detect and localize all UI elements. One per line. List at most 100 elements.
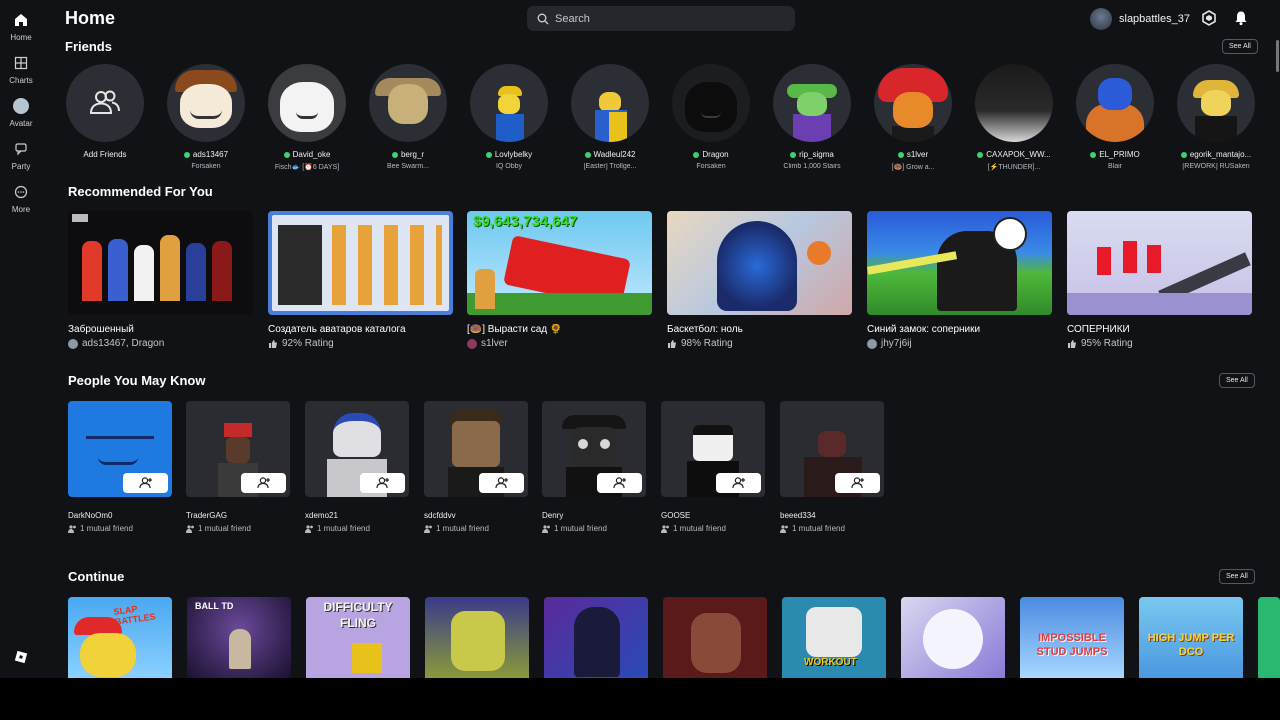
game-card[interactable]: $9,643,734,647 [🍩] Вырасти сад 🌻 s1lver xyxy=(467,211,652,349)
sidebar-item-charts[interactable]: Charts xyxy=(0,53,42,93)
friend-card[interactable]: Wadleul242 [Easter] Trollge... xyxy=(562,64,658,170)
bell-icon[interactable] xyxy=(1233,10,1249,26)
game-rating: 92% Rating xyxy=(282,338,334,349)
online-indicator xyxy=(693,151,700,158)
mutual-count: 1 mutual friend xyxy=(80,524,133,533)
person-card[interactable]: Denry 1 mutual friend xyxy=(542,401,646,533)
sidebar-item-label: Home xyxy=(10,33,32,42)
scrollbar[interactable] xyxy=(1276,40,1279,72)
friends-see-all-button[interactable]: See All xyxy=(1222,39,1258,54)
continue-game-card[interactable] xyxy=(663,597,767,678)
friend-card[interactable]: ads13467 Forsaken xyxy=(158,64,254,170)
friend-card[interactable]: egorik_mantajo... [REWORK] RUSaken xyxy=(1168,64,1264,170)
friend-game: [🍩] Grow a... xyxy=(891,164,935,171)
robux-icon[interactable] xyxy=(1201,10,1217,26)
add-friend-button[interactable] xyxy=(241,473,286,493)
online-indicator xyxy=(897,151,904,158)
game-meta: s1lver xyxy=(481,338,508,349)
continue-game-card[interactable]: SLAP BATTLES xyxy=(68,597,172,678)
continue-game-card[interactable]: IMPOSSIBLE STUD JUMPS xyxy=(1020,597,1124,678)
add-friend-icon xyxy=(850,477,864,489)
add-friend-button[interactable] xyxy=(597,473,642,493)
friend-name: berg_r xyxy=(400,150,425,159)
add-friend-button[interactable] xyxy=(360,473,405,493)
friend-game: Bee Swarm... xyxy=(386,163,429,170)
person-card[interactable]: TraderGAG 1 mutual friend xyxy=(186,401,290,533)
friend-card[interactable]: EL_PRIMO Blair xyxy=(1067,64,1163,170)
user-profile[interactable]: slapbattles_37 xyxy=(1090,8,1190,30)
game-thumbnail xyxy=(1067,211,1252,315)
person-card[interactable]: GOOSE 1 mutual friend xyxy=(661,401,765,533)
continue-see-all-button[interactable]: See All xyxy=(1219,569,1255,584)
friend-name: egorik_mantajo... xyxy=(1189,150,1252,159)
game-card[interactable]: Синий замок: соперники jhy7j6ij xyxy=(867,211,1052,349)
sidebar: Home Charts Avatar Party More xyxy=(0,0,42,678)
friend-game: Forsaken xyxy=(191,163,221,170)
game-card[interactable]: СОПЕРНИКИ 95% Rating xyxy=(1067,211,1252,349)
continue-game-card[interactable] xyxy=(1258,597,1280,678)
add-friend-button[interactable] xyxy=(716,473,761,493)
continue-game-card[interactable]: DIFFICULTY FLING xyxy=(306,597,410,678)
person-name: Denry xyxy=(542,511,564,520)
people-see-all-button[interactable]: See All xyxy=(1219,373,1255,388)
game-card[interactable]: Баскетбол: ноль 98% Rating xyxy=(667,211,852,349)
online-indicator xyxy=(283,151,290,158)
friend-avatar xyxy=(975,64,1053,142)
person-card[interactable]: sdcfddvv 1 mutual friend xyxy=(424,401,528,533)
continue-game-card[interactable] xyxy=(544,597,648,678)
sidebar-item-party[interactable]: Party xyxy=(0,139,42,179)
person-card[interactable]: xdemo21 1 mutual friend xyxy=(305,401,409,533)
friend-game: Forsaken xyxy=(696,163,726,170)
avatar xyxy=(467,338,477,349)
add-friend-button[interactable] xyxy=(479,473,524,493)
continue-game-card[interactable] xyxy=(901,597,1005,678)
person-name: DarkNoOm0 xyxy=(68,511,113,520)
person-name: TraderGAG xyxy=(186,511,228,520)
continue-game-card[interactable]: WORKOUT xyxy=(782,597,886,678)
continue-game-card[interactable] xyxy=(425,597,529,678)
mutual-friends-icon xyxy=(424,524,432,533)
sidebar-item-label: Party xyxy=(11,162,31,171)
friend-card[interactable]: s1lver [🍩] Grow a... xyxy=(865,64,961,171)
friends-title: Friends xyxy=(65,39,112,54)
friend-card[interactable]: berg_r Bee Swarm... xyxy=(360,64,456,170)
add-friend-button[interactable] xyxy=(835,473,880,493)
party-icon xyxy=(13,141,29,157)
friend-card[interactable]: rip_sigma Climb 1,000 Stairs xyxy=(764,64,860,170)
sidebar-item-avatar[interactable]: Avatar xyxy=(0,96,42,136)
person-avatar xyxy=(542,401,646,497)
friend-card[interactable]: CAXAPOK_WW... [⚡THUNDER]... xyxy=(966,64,1062,171)
online-indicator xyxy=(790,151,797,158)
game-thumb-text: SLAP BATTLES xyxy=(112,603,157,627)
add-friends-button[interactable]: Add Friends xyxy=(57,64,153,159)
friend-card[interactable]: Lovlybelky IQ Obby xyxy=(461,64,557,170)
search-icon xyxy=(537,13,549,24)
bottom-bar xyxy=(0,678,1280,720)
add-friend-button[interactable] xyxy=(123,473,168,493)
friend-card[interactable]: Dragon Forsaken xyxy=(663,64,759,170)
game-thumbnail xyxy=(867,211,1052,315)
friend-avatar xyxy=(1177,64,1255,142)
friend-card[interactable]: David_oke Fisch🐟 [⏰6 DAYS] xyxy=(259,64,355,171)
game-banner: $9,643,734,647 xyxy=(473,213,578,230)
sidebar-item-home[interactable]: Home xyxy=(0,10,42,50)
game-rating: 98% Rating xyxy=(681,338,733,349)
sidebar-item-label: Charts xyxy=(9,76,33,85)
continue-game-card[interactable]: BALL TD xyxy=(187,597,291,678)
continue-game-card[interactable]: HIGH JUMP PER DCO xyxy=(1139,597,1243,678)
friend-game: [Easter] Trollge... xyxy=(583,163,637,170)
game-thumbnail xyxy=(667,211,852,315)
person-card[interactable]: beeed334 1 mutual friend xyxy=(780,401,884,533)
sidebar-item-more[interactable]: More xyxy=(0,182,42,222)
game-card[interactable]: Создатель аватаров каталога 92% Rating xyxy=(268,211,453,349)
charts-icon xyxy=(13,55,29,71)
search-bar[interactable] xyxy=(527,6,795,31)
friend-avatar xyxy=(369,64,447,142)
roblox-logo-icon[interactable] xyxy=(14,650,28,664)
person-card[interactable]: DarkNoOm0 1 mutual friend xyxy=(68,401,172,533)
game-title: Создатель аватаров каталога xyxy=(268,324,406,335)
search-input[interactable] xyxy=(555,12,775,25)
avatar-icon xyxy=(13,98,29,114)
game-card[interactable]: Заброшенный ads13467, Dragon xyxy=(68,211,253,349)
game-thumbnail: $9,643,734,647 xyxy=(467,211,652,315)
